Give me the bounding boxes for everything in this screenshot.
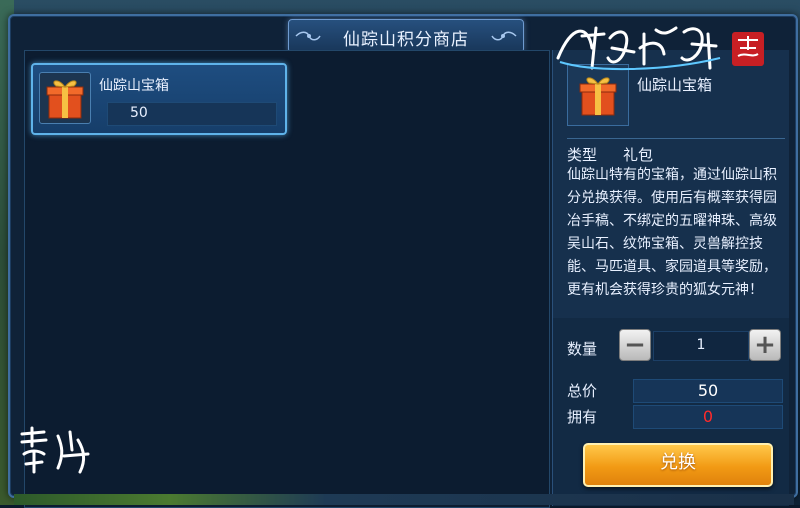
type-label: 类型 — [567, 146, 598, 164]
owned-field: 0 — [633, 405, 783, 429]
quantity-field[interactable]: 1 — [653, 331, 749, 361]
gift-box-icon — [39, 72, 91, 124]
item-detail-panel: 仙踪山宝箱 类型 礼包 仙踪山特有的宝箱，通过仙踪山积分兑换获得。使用后有概率获… — [552, 50, 789, 506]
shop-item-card[interactable]: 仙踪山宝箱 50 — [31, 63, 287, 135]
shop-title: 仙踪山积分商店 — [343, 30, 469, 50]
owned-value: 0 — [702, 407, 714, 426]
item-name: 仙踪山宝箱 — [99, 78, 169, 94]
quantity-plus-button[interactable]: + — [749, 329, 781, 361]
shop-title-plate: 仙踪山积分商店 — [288, 19, 524, 53]
game-scene-bottom — [14, 494, 794, 505]
leihuo-watermark-logo — [20, 426, 90, 474]
quantity-label: 数量 — [567, 340, 598, 358]
detail-divider — [567, 138, 785, 139]
exchange-button[interactable]: 兑换 — [583, 443, 773, 487]
item-detail-info: 仙踪山宝箱 类型 礼包 仙踪山特有的宝箱，通过仙踪山积分兑换获得。使用后有概率获… — [553, 50, 789, 318]
item-list-panel: 仙踪山宝箱 50 — [24, 50, 550, 508]
owned-label: 拥有 — [567, 408, 598, 426]
game-logo — [556, 26, 764, 71]
item-description: 仙踪山特有的宝箱，通过仙踪山积分兑换获得。使用后有概率获得园冶手稿、不绑定的五曜… — [567, 167, 777, 298]
quantity-value: 1 — [696, 337, 706, 353]
quantity-minus-button[interactable]: − — [619, 329, 651, 361]
total-price-field: 50 — [633, 379, 783, 403]
total-price-label: 总价 — [567, 382, 598, 400]
item-price: 50 — [130, 105, 148, 121]
title-ornament-right-icon — [491, 31, 517, 41]
type-value: 礼包 — [623, 146, 654, 164]
item-price-box: 50 — [107, 102, 277, 126]
total-price-value: 50 — [697, 381, 719, 400]
shop-window: 仙踪山积分商店 仙踪山宝箱 50 仙踪山宝箱 类型 礼包 仙踪山特有的宝箱，通过… — [8, 14, 798, 508]
